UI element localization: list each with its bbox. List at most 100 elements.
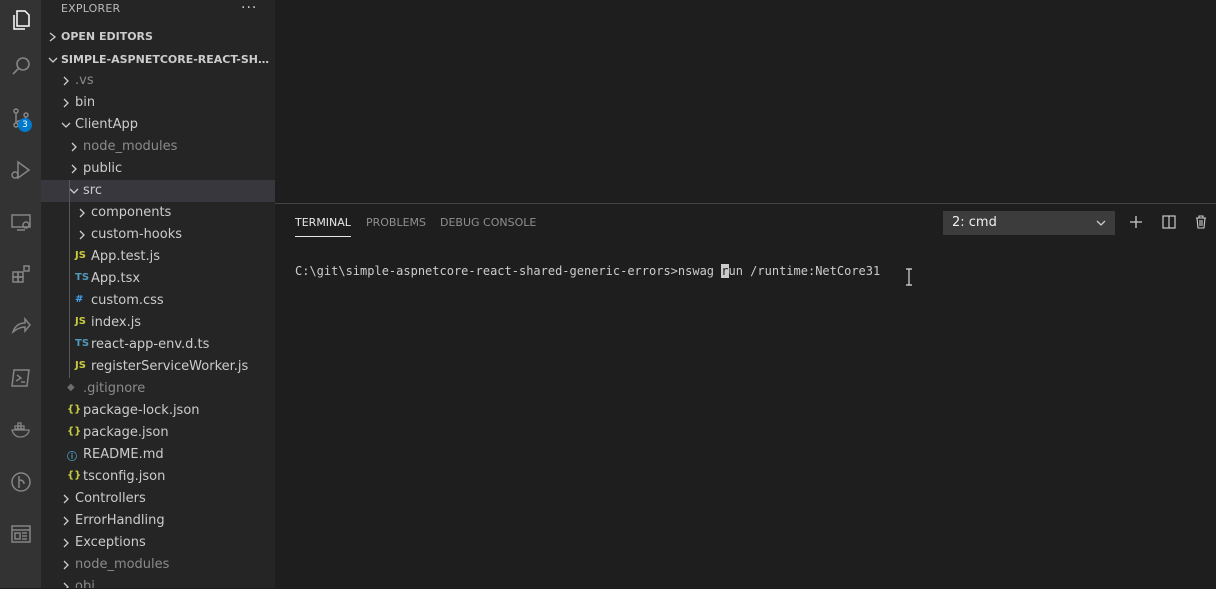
tree-item[interactable]: {} tsconfig.json — [41, 466, 275, 488]
tree-item[interactable]: TS react-app-env.d.ts — [41, 334, 275, 356]
tree-item-label: node_modules — [83, 139, 178, 154]
activity-bar: 3 — [0, 0, 41, 588]
info-file-icon: ⓘ — [67, 452, 77, 463]
ts-file-icon: TS — [75, 338, 90, 349]
js-file-icon: JS — [75, 316, 86, 327]
git-file-icon: ◆ — [67, 382, 75, 393]
chevron-right-icon — [63, 494, 69, 504]
tree-item[interactable]: obj — [41, 576, 275, 588]
js-file-icon: JS — [75, 360, 86, 371]
tree-item-label: components — [91, 205, 172, 220]
source-control-badge: 3 — [18, 118, 32, 132]
explorer-icon[interactable] — [0, 0, 41, 40]
tree-item[interactable]: .vs — [41, 70, 275, 92]
tree-item-label: custom-hooks — [91, 227, 183, 242]
tree-item[interactable]: ClientApp — [41, 114, 275, 136]
tree-item-label: App.tsx — [91, 271, 141, 286]
live-share-icon[interactable] — [0, 306, 41, 346]
project-label: SIMPLE-ASPNETCORE-REACT-SHARED-... — [61, 53, 273, 66]
bottom-panel: TERMINAL PROBLEMS DEBUG CONSOLE 2: cmd C… — [275, 203, 1216, 589]
tree-item[interactable]: node_modules — [41, 554, 275, 576]
tree-item[interactable]: node_modules — [41, 136, 275, 158]
tree-item-label: src — [83, 183, 102, 198]
tree-item[interactable]: # custom.css — [41, 290, 275, 312]
tree-item-label: react-app-env.d.ts — [91, 337, 210, 352]
chevron-right-icon — [79, 208, 85, 218]
tree-item[interactable]: ◆ .gitignore — [41, 378, 275, 400]
tree-item[interactable]: {} package.json — [41, 422, 275, 444]
chevron-down-icon — [61, 122, 71, 128]
chevron-right-icon — [49, 32, 57, 42]
tree-item[interactable]: {} package-lock.json — [41, 400, 275, 422]
project-section[interactable]: SIMPLE-ASPNETCORE-REACT-SHARED-... — [41, 49, 275, 71]
indent-guide — [69, 180, 70, 378]
tab-terminal[interactable]: TERMINAL — [295, 216, 351, 237]
tree-item-label: package-lock.json — [83, 403, 200, 418]
chevron-right-icon — [71, 164, 77, 174]
json-file-icon: {} — [67, 470, 82, 481]
tree-item-label: ClientApp — [75, 117, 139, 132]
ibeam-cursor-icon — [906, 268, 912, 286]
chevron-right-icon — [79, 230, 85, 240]
css-file-icon: # — [75, 294, 84, 305]
browser-preview-icon[interactable] — [0, 514, 41, 554]
powershell-icon[interactable] — [0, 358, 41, 398]
remote-explorer-icon[interactable] — [0, 202, 41, 242]
tree-item-label: README.md — [83, 447, 164, 462]
json-file-icon: {} — [67, 426, 82, 437]
open-editors-section[interactable]: OPEN EDITORS — [41, 26, 275, 48]
split-terminal-icon[interactable] — [1161, 214, 1177, 230]
chevron-right-icon — [63, 560, 69, 570]
source-control-icon[interactable]: 3 — [0, 98, 41, 138]
tree-item[interactable]: src — [41, 180, 275, 202]
terminal-select[interactable]: 2: cmd — [943, 211, 1115, 235]
json-file-icon: {} — [67, 404, 82, 415]
tree-item[interactable]: JS registerServiceWorker.js — [41, 356, 275, 378]
new-terminal-icon[interactable] — [1128, 214, 1144, 230]
tree-item-label: App.test.js — [91, 249, 161, 264]
chevron-right-icon — [71, 142, 77, 152]
tab-problems[interactable]: PROBLEMS — [366, 216, 426, 236]
tree-item-label: .vs — [75, 73, 94, 88]
tree-item-label: public — [83, 161, 123, 176]
search-icon[interactable] — [0, 46, 41, 86]
chevron-down-icon — [1096, 220, 1106, 226]
run-debug-icon[interactable] — [0, 150, 41, 190]
tree-item[interactable]: Controllers — [41, 488, 275, 510]
chevron-down-icon — [48, 57, 58, 63]
chevron-right-icon — [63, 516, 69, 526]
tree-item-label: Exceptions — [75, 535, 146, 550]
more-actions-icon[interactable]: ··· — [241, 0, 257, 16]
tree-item-label: ErrorHandling — [75, 513, 165, 528]
tab-debug-console[interactable]: DEBUG CONSOLE — [440, 216, 536, 236]
chevron-down-icon — [69, 188, 79, 194]
terminal-select-value: 2: cmd — [952, 215, 997, 230]
tree-item[interactable]: components — [41, 202, 275, 224]
tree-item-label: index.js — [91, 315, 142, 330]
docker-icon[interactable] — [0, 410, 41, 450]
tree-item[interactable]: JS App.test.js — [41, 246, 275, 268]
explorer-sidebar: EXPLORER ··· OPEN EDITORS SIMPLE-ASPNETC… — [41, 0, 275, 588]
extensions-icon[interactable] — [0, 254, 41, 294]
chevron-right-icon — [63, 76, 69, 86]
tree-item[interactable]: Exceptions — [41, 532, 275, 554]
git-graph-icon[interactable] — [0, 462, 41, 502]
tree-item[interactable]: public — [41, 158, 275, 180]
editor-area[interactable] — [275, 0, 1216, 203]
tree-item-label: Controllers — [75, 491, 146, 506]
tree-item-label: tsconfig.json — [83, 469, 166, 484]
tree-item-label: .gitignore — [83, 381, 146, 396]
tree-item[interactable]: ⓘ README.md — [41, 444, 275, 466]
tree-item[interactable]: JS index.js — [41, 312, 275, 334]
terminal-output[interactable]: C:\git\simple-aspnetcore-react-shared-ge… — [295, 264, 880, 278]
trash-icon[interactable] — [1193, 214, 1209, 230]
tree-item[interactable]: bin — [41, 92, 275, 114]
tree-item-label: package.json — [83, 425, 169, 440]
tree-item[interactable]: custom-hooks — [41, 224, 275, 246]
tree-item-label: custom.css — [91, 293, 164, 308]
terminal-cursor: r — [721, 264, 729, 278]
tree-item[interactable]: TS App.tsx — [41, 268, 275, 290]
open-editors-label: OPEN EDITORS — [61, 30, 153, 43]
tree-item-label: registerServiceWorker.js — [91, 359, 249, 374]
tree-item[interactable]: ErrorHandling — [41, 510, 275, 532]
